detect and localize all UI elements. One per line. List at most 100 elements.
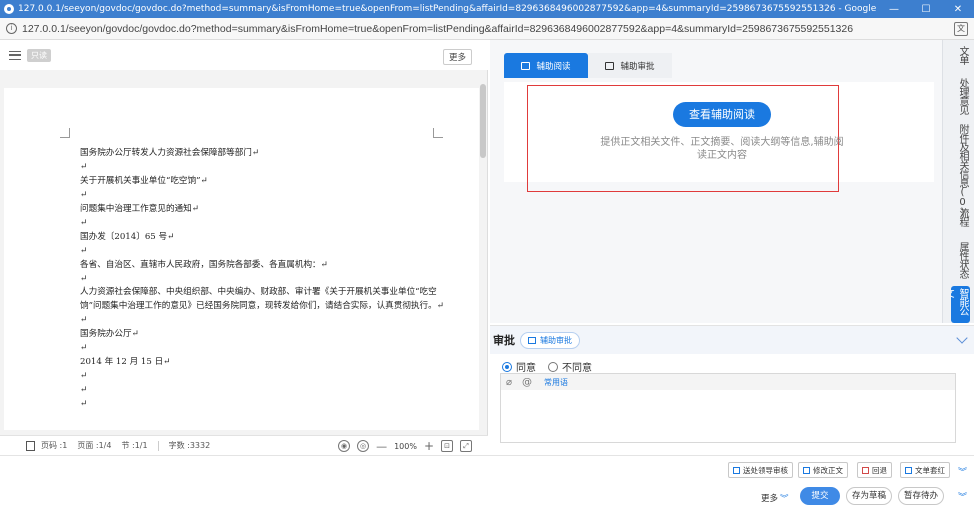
red-header-button[interactable]: 文单套红 xyxy=(900,462,950,478)
document-toolbar: 只读 更多 xyxy=(0,40,488,70)
side-tabs: 文单 处理意见 附件及相关信息(0) 流程 属性状态 智能公文 xyxy=(942,40,974,323)
send-icon xyxy=(733,466,740,474)
readonly-tag: 只读 xyxy=(27,48,51,62)
more-actions-link[interactable]: 更多 ︾ xyxy=(761,492,789,504)
eye-icon[interactable]: ◉ xyxy=(338,440,351,452)
close-button[interactable]: ✕ xyxy=(942,4,974,15)
opinion-input[interactable]: ⌀ @ 常用语 xyxy=(500,373,956,443)
tab-assist-read-label: 辅助阅读 xyxy=(536,61,571,72)
side-tab-opinions[interactable]: 处理意见 xyxy=(950,78,970,114)
document-line: 关于开展机关事业单位“吃空饷”↵ xyxy=(80,176,208,186)
browser-title-bar: 127.0.0.1/seeyon/govdoc/govdoc.do?method… xyxy=(0,0,974,18)
side-tab-form[interactable]: 文单 xyxy=(950,46,970,64)
document-line: 国办发〔2014〕65 号↵ xyxy=(80,232,175,242)
globe-icon[interactable]: ◎ xyxy=(357,440,370,452)
radio-disagree[interactable] xyxy=(548,361,558,372)
page-corner-mark xyxy=(433,128,443,138)
return-button[interactable]: 回退 xyxy=(857,462,892,478)
send-leader-review-button[interactable]: 送处领导审核 xyxy=(728,462,793,478)
approval-header: 审批 辅助审批 xyxy=(490,326,974,354)
minimize-button[interactable]: — xyxy=(878,4,910,15)
url-text[interactable]: 127.0.0.1/seeyon/govdoc/govdoc.do?method… xyxy=(22,23,954,35)
document-line: 人力资源社会保障部、中央组织部、中央编办、财政部、审计署《关于开展机关事业单位“… xyxy=(80,287,444,311)
document-status-bar: 页码 :1 页面 :1/4 节 :1/1 字数 :3332 ◉ ◎ — 100%… xyxy=(0,435,488,455)
template-icon xyxy=(905,466,912,474)
book-icon xyxy=(521,61,531,70)
return-icon xyxy=(862,466,869,474)
side-tab-properties[interactable]: 属性状态 xyxy=(950,242,970,278)
maximize-button[interactable]: ☐ xyxy=(910,4,942,15)
radio-agree[interactable] xyxy=(502,361,512,372)
document-icon xyxy=(528,336,536,344)
document-line: 2014 年 12 月 15 日↵ xyxy=(80,357,171,367)
double-chevron-down-icon: ︾ xyxy=(780,494,789,504)
side-tab-attachments[interactable]: 附件及相关信息(0) xyxy=(950,124,970,217)
document-line: ↵ xyxy=(80,385,88,395)
document-line: 国务院办公厅↵ xyxy=(80,329,139,339)
assist-approve-button[interactable]: 辅助审批 xyxy=(520,331,580,349)
hold-pending-button[interactable]: 暂存待办 xyxy=(898,487,944,505)
page-icon xyxy=(26,440,35,451)
document-line: 各省、自治区、直辖市人民政府，国务院各部委、各直属机构：↵ xyxy=(80,260,328,270)
red-header-label: 文单套红 xyxy=(915,465,945,475)
approval-section: 审批 辅助审批 同意 不同意 ⌀ @ 常用语 xyxy=(490,325,974,455)
view-assist-read-button[interactable]: 查看辅助阅读 xyxy=(673,102,771,127)
zoom-out-icon[interactable]: — xyxy=(376,440,387,453)
tab-assist-approve[interactable]: 辅助审批 xyxy=(588,53,672,78)
common-phrases-link[interactable]: 常用语 xyxy=(544,377,568,388)
word-count: 字数 :3332 xyxy=(168,441,211,450)
divider xyxy=(157,440,159,451)
send-leader-review-label: 送处领导审核 xyxy=(743,465,788,475)
mention-icon[interactable]: @ xyxy=(522,377,532,388)
edit-icon xyxy=(803,466,810,474)
save-draft-button[interactable]: 存为草稿 xyxy=(846,487,892,505)
document-line: 问题集中治理工作意见的通知↵ xyxy=(80,204,199,214)
menu-icon[interactable] xyxy=(9,50,21,60)
attachment-icon[interactable]: ⌀ xyxy=(506,377,512,388)
approval-title: 审批 xyxy=(493,334,515,347)
edit-text-label: 修改正文 xyxy=(813,465,843,475)
window-title: 127.0.0.1/seeyon/govdoc/govdoc.do?method… xyxy=(18,4,878,14)
info-icon[interactable]: i xyxy=(6,23,17,34)
side-tab-smart-doc[interactable]: 智能公文 xyxy=(951,286,970,323)
action-bar: 送处领导审核 修改正文 回退 文单套红 ︾ 更多 ︾ 提交 存为草稿 暂存待办 ︾ xyxy=(0,455,974,518)
fit-page-icon[interactable]: ⊡ xyxy=(441,440,453,452)
address-bar[interactable]: i 127.0.0.1/seeyon/govdoc/govdoc.do?meth… xyxy=(0,18,974,40)
side-tab-workflow[interactable]: 流程 xyxy=(950,208,970,226)
view-tools: ◉ ◎ — 100% + ⊡ ⤢ xyxy=(338,439,472,453)
scrollbar-thumb[interactable] xyxy=(480,84,486,158)
document-line: ↵ xyxy=(80,343,88,353)
document-line: ↵ xyxy=(80,246,88,256)
document-text: 国务院办公厅转发人力资源社会保障部等部门↵ ↵ 关于开展机关事业单位“吃空饷”↵ ↵ 问… xyxy=(80,146,450,411)
radio-disagree-label[interactable]: 不同意 xyxy=(562,359,592,374)
assist-approve-label: 辅助审批 xyxy=(540,335,572,345)
page-number: 页码 :1 xyxy=(41,441,68,450)
document-line: 国务院办公厅转发人力资源社会保障部等部门↵ xyxy=(80,148,260,158)
document-line: ↵ xyxy=(80,371,88,381)
document-line: ↵ xyxy=(80,190,88,200)
tab-assist-read[interactable]: 辅助阅读 xyxy=(504,53,588,78)
more-button[interactable]: 更多 xyxy=(442,49,472,65)
radio-agree-label[interactable]: 同意 xyxy=(516,359,536,374)
section-count: 节 :1/1 xyxy=(121,441,148,450)
document-line: ↵ xyxy=(80,162,88,172)
double-chevron-down-icon[interactable]: ︾ xyxy=(958,490,967,503)
assist-read-description: 提供正文相关文件、正文摘要、阅读大纲等信息,辅助阅读正文内容 xyxy=(600,137,844,161)
edit-text-button[interactable]: 修改正文 xyxy=(798,462,848,478)
document-pane: 只读 更多 国务院办公厅转发人力资源社会保障部等部门↵ ↵ 关于开展机关事业单位“吃… xyxy=(0,40,488,455)
zoom-level: 100% xyxy=(394,441,417,451)
translate-icon[interactable]: 文 xyxy=(954,21,968,36)
fullscreen-icon[interactable]: ⤢ xyxy=(460,440,472,452)
document-line: ↵ xyxy=(80,218,88,228)
chevron-down-icon[interactable] xyxy=(956,332,968,344)
document-icon xyxy=(605,61,615,70)
assist-tabs: 辅助阅读 辅助审批 xyxy=(504,53,672,78)
submit-button[interactable]: 提交 xyxy=(800,487,840,505)
double-chevron-down-icon[interactable]: ︾ xyxy=(958,465,967,478)
document-line: ↵ xyxy=(80,274,88,284)
tab-assist-approve-label: 辅助审批 xyxy=(620,61,655,72)
document-line: ↵ xyxy=(80,315,88,325)
zoom-in-icon[interactable]: + xyxy=(424,439,434,453)
chrome-icon xyxy=(4,4,14,14)
return-label: 回退 xyxy=(872,465,887,475)
